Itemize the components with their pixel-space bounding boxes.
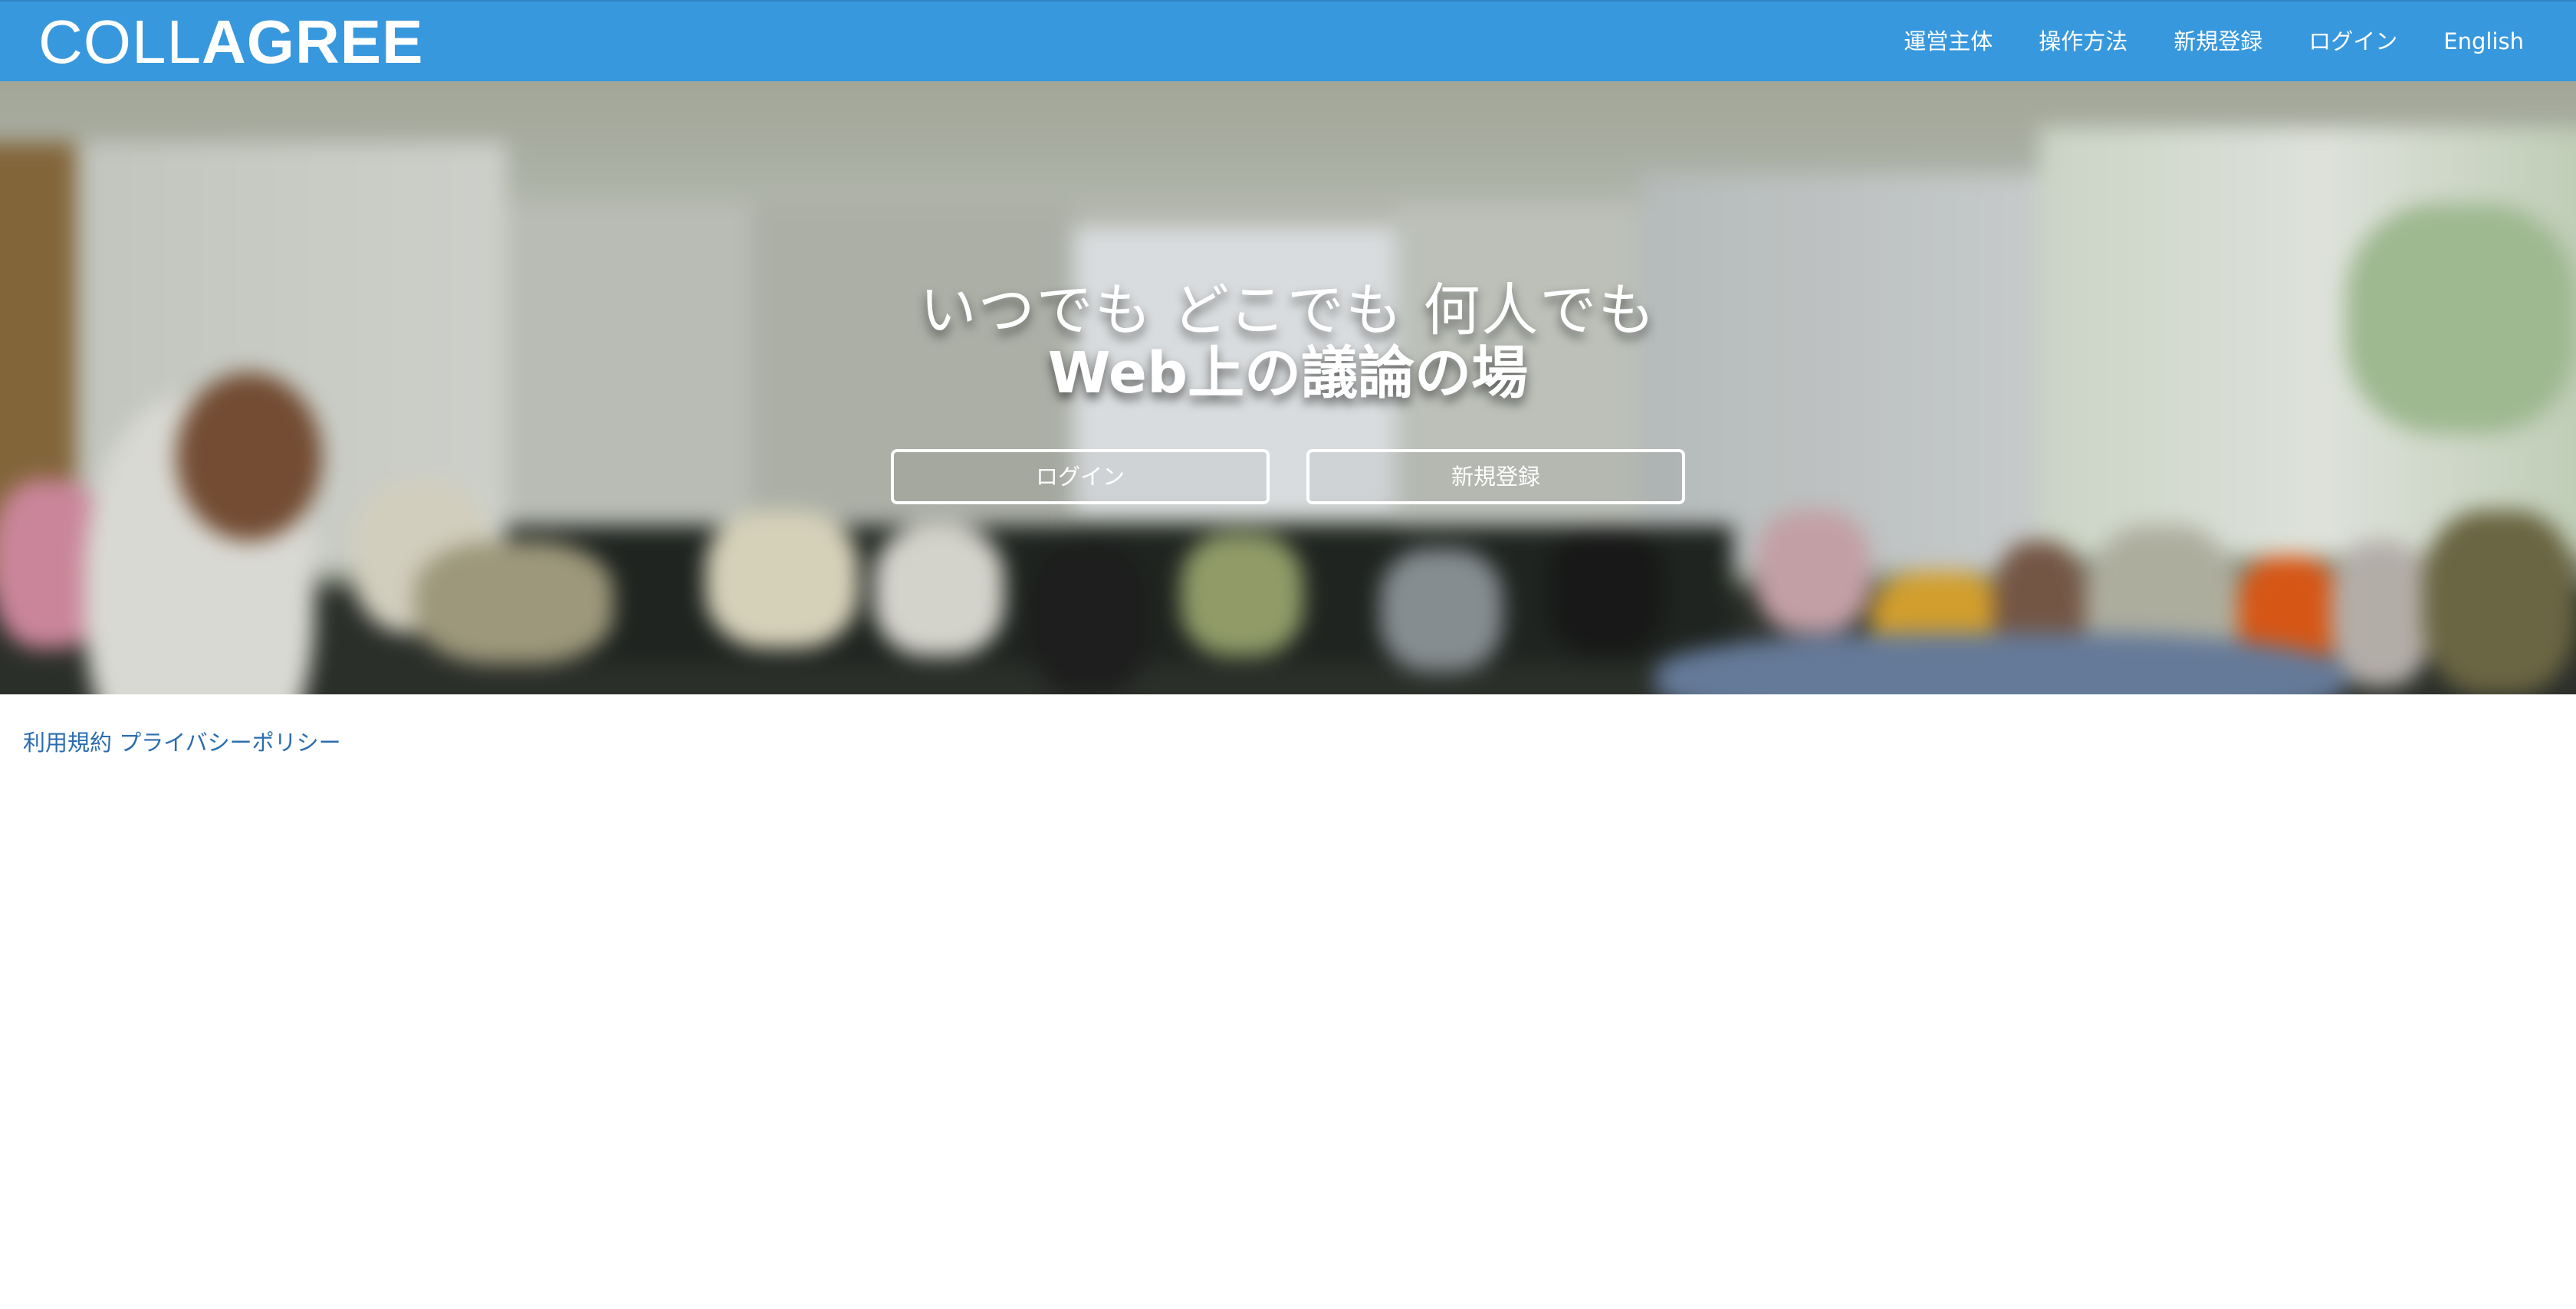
hero-section: いつでも どこでも 何人でも Web上の議論の場 ログイン 新規登録	[0, 81, 2576, 694]
hero-title-line2: Web上の議論の場	[1047, 340, 1529, 406]
logo-text-bold: AGREE	[201, 8, 424, 76]
hero-login-button[interactable]: ログイン	[891, 449, 1270, 504]
nav-link-how-to-use[interactable]: 操作方法	[2016, 2, 2150, 81]
collagree-logo[interactable]: COLL AGREE	[38, 8, 423, 77]
footer-links: 利用規約 プライバシーポリシー	[23, 725, 341, 757]
top-navbar: COLL AGREE 運営主体 操作方法 新規登録 ログイン English	[0, 0, 2576, 81]
nav-link-organization[interactable]: 運営主体	[1881, 2, 2016, 81]
hero-title-line1: いつでも どこでも 何人でも	[919, 277, 1657, 343]
nav-link-register[interactable]: 新規登録	[2150, 2, 2285, 81]
nav-link-english[interactable]: English	[2420, 2, 2547, 81]
hero-title: いつでも どこでも 何人でも Web上の議論の場	[0, 279, 2576, 405]
privacy-policy-link[interactable]: プライバシーポリシー	[119, 730, 340, 756]
nav-link-login[interactable]: ログイン	[2285, 2, 2420, 81]
nav-links: 運営主体 操作方法 新規登録 ログイン English	[1881, 2, 2547, 81]
terms-of-service-link[interactable]: 利用規約	[23, 730, 112, 756]
logo-text-light: COLL	[38, 8, 202, 76]
hero-signup-button[interactable]: 新規登録	[1306, 449, 1685, 504]
